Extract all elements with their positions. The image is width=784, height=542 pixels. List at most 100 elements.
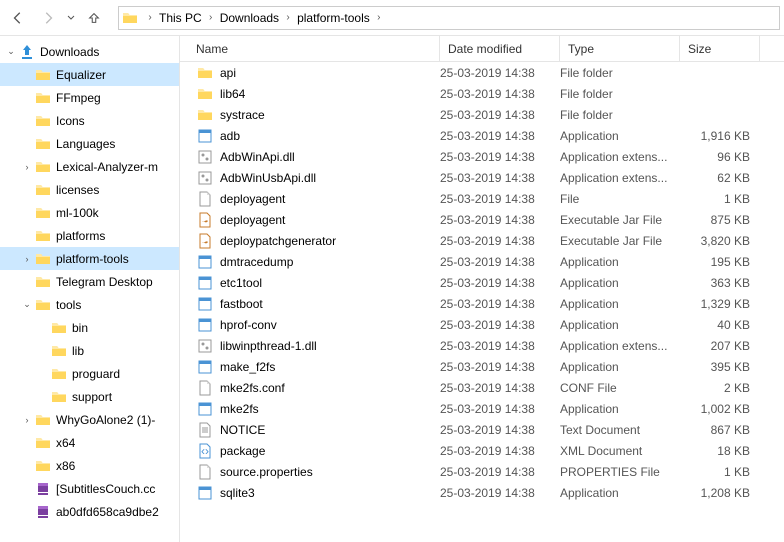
chevron-right-icon[interactable]: › <box>374 12 384 23</box>
address-bar[interactable]: › This PC › Downloads › platform-tools › <box>118 6 780 30</box>
folder-icon <box>196 86 214 102</box>
file-list-pane: Name Date modified Type Size api25-03-20… <box>180 36 784 542</box>
file-type: CONF File <box>560 381 680 395</box>
file-row[interactable]: api25-03-2019 14:38File folder <box>180 62 784 83</box>
forward-button[interactable] <box>34 4 62 32</box>
file-row[interactable]: dmtracedump25-03-2019 14:38Application19… <box>180 251 784 272</box>
expand-caret-icon[interactable]: › <box>20 415 34 425</box>
tree-item[interactable]: [SubtitlesCouch.cc <box>0 477 179 500</box>
file-row[interactable]: source.properties25-03-2019 14:38PROPERT… <box>180 461 784 482</box>
file-size: 1 KB <box>680 192 760 206</box>
tree-item-label: x86 <box>56 459 75 473</box>
file-name: sqlite3 <box>220 486 255 500</box>
file-row[interactable]: etc1tool25-03-2019 14:38Application363 K… <box>180 272 784 293</box>
file-row[interactable]: AdbWinApi.dll25-03-2019 14:38Application… <box>180 146 784 167</box>
tree-item[interactable]: proguard <box>0 362 179 385</box>
navigation-pane[interactable]: ⌄DownloadsEqualizerFFmpegIconsLanguages›… <box>0 36 180 542</box>
file-date: 25-03-2019 14:38 <box>440 192 560 206</box>
tree-item[interactable]: Equalizer <box>0 63 179 86</box>
tree-item[interactable]: x64 <box>0 431 179 454</box>
tree-item[interactable]: ⌄ Downloads <box>0 40 179 63</box>
file-date: 25-03-2019 14:38 <box>440 381 560 395</box>
file-row[interactable]: sqlite325-03-2019 14:38Application1,208 … <box>180 482 784 503</box>
jar-icon <box>196 233 214 249</box>
file-name: mke2fs <box>220 402 259 416</box>
breadcrumb-segment[interactable]: This PC <box>155 8 206 28</box>
file-row[interactable]: deployagent25-03-2019 14:38Executable Ja… <box>180 209 784 230</box>
chevron-right-icon[interactable]: › <box>283 12 293 23</box>
file-row[interactable]: fastboot25-03-2019 14:38Application1,329… <box>180 293 784 314</box>
file-size: 1,329 KB <box>680 297 760 311</box>
file-type: Application <box>560 276 680 290</box>
back-button[interactable] <box>4 4 32 32</box>
file-row[interactable]: lib6425-03-2019 14:38File folder <box>180 83 784 104</box>
file-row[interactable]: mke2fs.conf25-03-2019 14:38CONF File2 KB <box>180 377 784 398</box>
exe-icon <box>196 254 214 270</box>
file-size: 867 KB <box>680 423 760 437</box>
tree-item[interactable]: ml-100k <box>0 201 179 224</box>
expand-caret-icon[interactable]: › <box>20 162 34 172</box>
file-row[interactable]: deploypatchgenerator25-03-2019 14:38Exec… <box>180 230 784 251</box>
expand-caret-icon[interactable]: ⌄ <box>20 299 34 310</box>
file-name: libwinpthread-1.dll <box>220 339 317 353</box>
file-row[interactable]: adb25-03-2019 14:38Application1,916 KB <box>180 125 784 146</box>
tree-item-label: Telegram Desktop <box>56 275 153 289</box>
tree-item[interactable]: › Lexical-Analyzer-m <box>0 155 179 178</box>
tree-item[interactable]: lib <box>0 339 179 362</box>
tree-item-label: Downloads <box>40 45 99 59</box>
up-button[interactable] <box>80 4 108 32</box>
file-name: AdbWinApi.dll <box>220 150 295 164</box>
exe-icon <box>196 128 214 144</box>
file-type: Application <box>560 360 680 374</box>
file-date: 25-03-2019 14:38 <box>440 150 560 164</box>
breadcrumb-segment[interactable]: platform-tools <box>293 8 374 28</box>
tree-item[interactable]: ›platform-tools <box>0 247 179 270</box>
file-size: 207 KB <box>680 339 760 353</box>
file-type: Executable Jar File <box>560 213 680 227</box>
tree-item[interactable]: bin <box>0 316 179 339</box>
expand-caret-icon[interactable]: ⌄ <box>4 46 18 57</box>
tree-item[interactable]: Icons <box>0 109 179 132</box>
file-row[interactable]: mke2fs25-03-2019 14:38Application1,002 K… <box>180 398 784 419</box>
chevron-right-icon[interactable]: › <box>206 12 216 23</box>
exe-icon <box>196 359 214 375</box>
tree-item[interactable]: ab0dfd658ca9dbe2 <box>0 500 179 523</box>
file-type: Application extens... <box>560 339 680 353</box>
tree-item-label: lib <box>72 344 84 358</box>
file-name: lib64 <box>220 87 245 101</box>
tree-item-label: platforms <box>56 229 105 243</box>
file-row[interactable]: hprof-conv25-03-2019 14:38Application40 … <box>180 314 784 335</box>
history-dropdown[interactable] <box>64 4 78 32</box>
tree-item[interactable]: FFmpeg <box>0 86 179 109</box>
file-date: 25-03-2019 14:38 <box>440 255 560 269</box>
breadcrumb-segment[interactable]: Downloads <box>216 8 283 28</box>
expand-caret-icon[interactable]: › <box>20 254 34 264</box>
folder-icon <box>50 389 68 405</box>
xml-icon <box>196 443 214 459</box>
file-row[interactable]: libwinpthread-1.dll25-03-2019 14:38Appli… <box>180 335 784 356</box>
chevron-right-icon[interactable]: › <box>145 12 155 23</box>
tree-item[interactable]: platforms <box>0 224 179 247</box>
tree-item[interactable]: Languages <box>0 132 179 155</box>
folder-icon <box>34 159 52 175</box>
tree-item[interactable]: licenses <box>0 178 179 201</box>
column-header-size[interactable]: Size <box>680 36 760 61</box>
file-row[interactable]: deployagent25-03-2019 14:38File1 KB <box>180 188 784 209</box>
folder-icon <box>34 67 52 83</box>
tree-item-label: proguard <box>72 367 120 381</box>
file-row[interactable]: package25-03-2019 14:38XML Document18 KB <box>180 440 784 461</box>
tree-item[interactable]: x86 <box>0 454 179 477</box>
column-header-type[interactable]: Type <box>560 36 680 61</box>
tree-item[interactable]: Telegram Desktop <box>0 270 179 293</box>
file-row[interactable]: systrace25-03-2019 14:38File folder <box>180 104 784 125</box>
column-header-name[interactable]: Name <box>180 36 440 61</box>
file-row[interactable]: NOTICE25-03-2019 14:38Text Document867 K… <box>180 419 784 440</box>
tree-item[interactable]: ›WhyGoAlone2 (1)- <box>0 408 179 431</box>
file-row[interactable]: make_f2fs25-03-2019 14:38Application395 … <box>180 356 784 377</box>
file-icon <box>196 464 214 480</box>
file-row[interactable]: AdbWinUsbApi.dll25-03-2019 14:38Applicat… <box>180 167 784 188</box>
tree-item[interactable]: support <box>0 385 179 408</box>
tree-item[interactable]: ⌄tools <box>0 293 179 316</box>
tree-item-label: Lexical-Analyzer-m <box>56 160 158 174</box>
column-header-date[interactable]: Date modified <box>440 36 560 61</box>
